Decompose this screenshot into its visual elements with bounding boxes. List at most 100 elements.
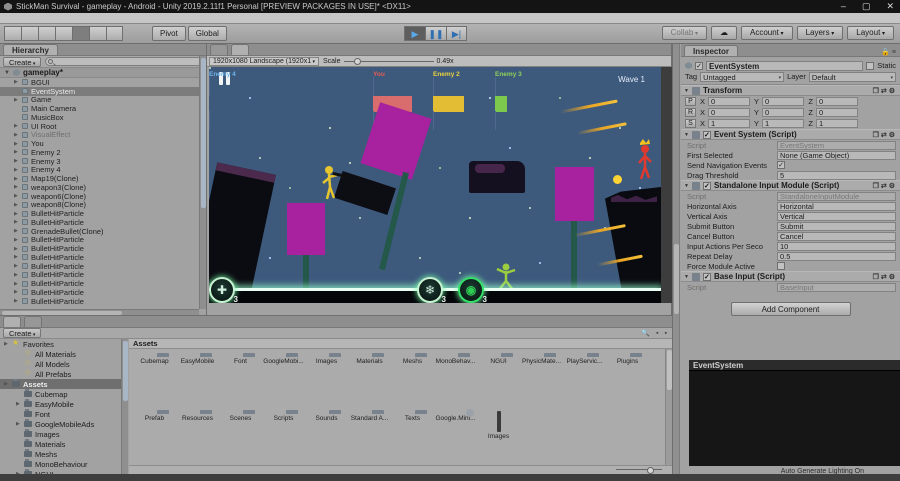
event-system-component-header[interactable]: ▼ Event System (Script) ❐⇄⚙ [681, 129, 900, 140]
expand-arrow-icon[interactable]: ▶ [14, 272, 19, 278]
tool-button[interactable] [4, 26, 21, 41]
expand-arrow-icon[interactable]: ▶ [14, 176, 19, 182]
tree-item[interactable]: ▶ All Models [0, 359, 121, 369]
project-tab[interactable] [24, 316, 42, 327]
hierarchy-item[interactable]: ▶ Map19(Clone) [0, 174, 206, 183]
field-value[interactable]: Submit [777, 222, 896, 231]
layout-dropdown[interactable]: Layout [847, 26, 894, 40]
transform-component-header[interactable]: ▼ Transform ❐⇄⚙ [681, 85, 900, 96]
z-field[interactable]: 1 [816, 119, 858, 128]
field-value[interactable]: StandaloneInputModule [777, 192, 896, 201]
asset-folder[interactable]: Font [219, 356, 262, 406]
hierarchy-item[interactable]: ▶ BulletHitParticle [0, 253, 206, 262]
tree-item[interactable]: ▶ All Prefabs [0, 369, 121, 379]
field-value[interactable]: 0.5 [777, 252, 896, 261]
hierarchy-item[interactable]: ▶ weapon8(Clone) [0, 201, 206, 210]
hierarchy-item[interactable]: ▶ UI Root [0, 122, 206, 131]
scale-slider[interactable] [344, 61, 434, 62]
hierarchy-item[interactable]: ▶ Enemy 3 [0, 157, 206, 166]
hierarchy-vertical-scrollbar[interactable] [199, 56, 206, 309]
active-checkbox[interactable] [695, 62, 703, 70]
expand-arrow-icon[interactable]: ▶ [14, 132, 19, 138]
field-value[interactable]: 5 [777, 171, 896, 180]
asset-folder[interactable]: Images [305, 356, 348, 406]
step-button[interactable]: ▶| [446, 26, 467, 41]
hierarchy-item[interactable]: ▶ BulletHitParticle [0, 236, 206, 245]
foldout-icon[interactable]: ▼ [684, 88, 689, 94]
expand-arrow-icon[interactable]: ▶ [14, 158, 19, 164]
grid-scrollbar[interactable] [665, 349, 672, 465]
tool-button[interactable] [55, 26, 72, 41]
asset-folder[interactable]: Scripts [262, 413, 305, 463]
asset-folder[interactable]: Google.Mini... [434, 413, 477, 463]
collab-dropdown[interactable]: Collab [662, 26, 707, 40]
tree-scrollbar[interactable] [121, 339, 128, 474]
layer-dropdown[interactable]: Default [809, 72, 896, 82]
tab-hierarchy[interactable]: Hierarchy [3, 44, 58, 55]
hierarchy-search-input[interactable] [45, 57, 203, 66]
tree-item[interactable]: ▶ EasyMobile [0, 399, 121, 409]
foldout-icon[interactable]: ▼ [684, 183, 689, 189]
scrollbar-thumb[interactable] [667, 350, 672, 390]
component-options-icons[interactable]: ❐⇄⚙ [873, 273, 897, 281]
field-value[interactable]: Vertical [777, 212, 896, 221]
tree-item[interactable]: ▶ Meshs [0, 449, 121, 459]
tree-item[interactable]: ▶ GoogleMobileAds [0, 419, 121, 429]
tag-dropdown[interactable]: Untagged [700, 72, 784, 82]
transform-row-button[interactable]: P [685, 97, 696, 106]
static-checkbox[interactable] [866, 62, 874, 70]
tree-item[interactable]: ▶ Cubemap [0, 389, 121, 399]
field-checkbox[interactable] [777, 262, 785, 270]
hierarchy-item[interactable]: ▶ Game [0, 96, 206, 105]
x-field[interactable]: 1 [708, 119, 750, 128]
transform-row-button[interactable]: R [685, 108, 696, 117]
aspect-dropdown[interactable]: 1920x1080 Landscape (1920x1 [209, 57, 319, 66]
expand-arrow-icon[interactable]: ▶ [14, 202, 19, 208]
close-button[interactable]: ✕ [886, 1, 894, 12]
asset-folder[interactable]: Sounds [305, 413, 348, 463]
expand-arrow-icon[interactable]: ▶ [14, 228, 19, 234]
tree-item[interactable]: ▶ Materials [0, 439, 121, 449]
tab-inspector[interactable]: Inspector [684, 45, 738, 56]
project-toolbar-icons[interactable]: 🔍 ▪ ▪ [641, 329, 669, 337]
hierarchy-item[interactable]: ▶ EventSystem [0, 87, 206, 96]
foldout-icon[interactable]: ▼ [684, 274, 689, 280]
hierarchy-item[interactable]: ▶ Enemy 2 [0, 148, 206, 157]
expand-arrow-icon[interactable]: ▶ [14, 219, 19, 225]
x-field[interactable]: 0 [708, 108, 750, 117]
asset-folder[interactable]: Standard A... [348, 413, 391, 463]
field-value[interactable]: Horizontal [777, 202, 896, 211]
maximize-button[interactable]: ▢ [862, 1, 871, 12]
hierarchy-item[interactable]: ▶ BGUI [0, 78, 206, 87]
component-options-icons[interactable]: ❐⇄⚙ [873, 182, 897, 190]
asset-folder[interactable]: Images [477, 413, 520, 463]
cloud-button[interactable]: ☁ [711, 26, 737, 40]
asset-folder[interactable]: Materials [348, 356, 391, 406]
scrollbar-thumb[interactable] [123, 341, 128, 401]
asset-folder[interactable]: Cubemap [133, 356, 176, 406]
field-value[interactable]: None (Game Object) [777, 151, 896, 160]
expand-arrow-icon[interactable]: ▶ [16, 401, 21, 407]
tool-button[interactable] [106, 26, 123, 41]
hierarchy-create-button[interactable]: Create [3, 57, 41, 67]
expand-arrow-icon[interactable]: ▶ [4, 381, 9, 387]
foldout-icon[interactable]: ▼ [684, 132, 689, 138]
asset-folder[interactable]: Plugins [606, 356, 649, 406]
account-dropdown[interactable]: Account [741, 26, 793, 40]
hierarchy-item[interactable]: ▶ MusicBox [0, 113, 206, 122]
expand-arrow-icon[interactable]: ▶ [14, 263, 19, 269]
expand-arrow-icon[interactable]: ▶ [14, 97, 19, 103]
hierarchy-item[interactable]: ▶ Enemy 4 [0, 166, 206, 175]
z-field[interactable]: 0 [816, 97, 858, 106]
project-tab[interactable] [3, 316, 21, 327]
expand-arrow-icon[interactable]: ▶ [14, 254, 19, 260]
y-field[interactable]: 0 [762, 108, 804, 117]
tree-item[interactable]: ▶ Favorites [0, 339, 121, 349]
play-button[interactable]: ▶ [404, 26, 425, 41]
tool-button[interactable] [72, 26, 89, 41]
pivot-button[interactable]: Pivot [152, 26, 186, 41]
expand-arrow-icon[interactable]: ▶ [14, 211, 19, 217]
field-value[interactable]: BaseInput [777, 283, 896, 292]
y-field[interactable]: 1 [762, 119, 804, 128]
foldout-icon[interactable]: ▼ [4, 70, 10, 76]
